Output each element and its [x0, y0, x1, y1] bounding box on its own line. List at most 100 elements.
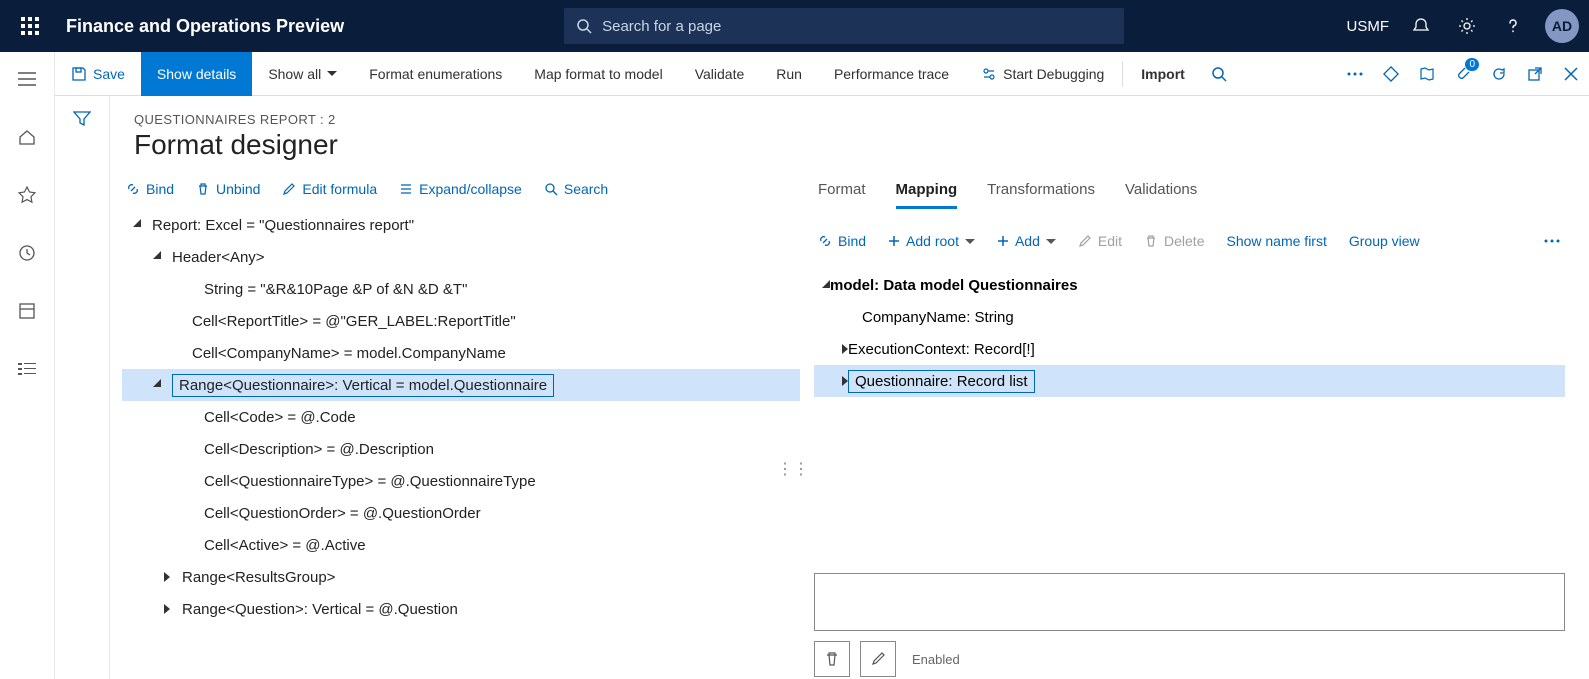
edit-formula-button[interactable]: Edit formula	[282, 181, 377, 197]
bind-button[interactable]: Bind	[126, 181, 174, 197]
run-button[interactable]: Run	[760, 52, 818, 96]
tree-row-selected[interactable]: Range<Questionnaire>: Vertical = model.Q…	[122, 369, 800, 401]
action-search-icon[interactable]	[1201, 52, 1237, 96]
more-icon[interactable]	[1337, 52, 1373, 96]
group-view-button[interactable]: Group view	[1349, 233, 1420, 249]
link-icon	[818, 234, 832, 248]
tab-validations[interactable]: Validations	[1125, 181, 1197, 209]
bind-label: Bind	[146, 181, 174, 197]
hamburger-icon[interactable]	[10, 62, 44, 96]
list-icon	[399, 182, 413, 196]
tree-search-button[interactable]: Search	[544, 181, 608, 197]
tab-format[interactable]: Format	[818, 181, 866, 209]
caret-icon[interactable]	[160, 602, 174, 616]
main-area: QUESTIONNAIRES REPORT : 2 Format designe…	[55, 96, 1589, 679]
recent-icon[interactable]	[10, 236, 44, 270]
tree-row[interactable]: CompanyName: String	[814, 301, 1565, 333]
tab-transformations[interactable]: Transformations	[987, 181, 1095, 209]
performance-trace-button[interactable]: Performance trace	[818, 52, 965, 96]
workspace-icon[interactable]	[10, 294, 44, 328]
link-icon	[126, 182, 140, 196]
chevron-down-icon	[327, 71, 337, 76]
tree-row[interactable]: String = "&R&10Page &P of &N &D &T"	[122, 273, 800, 305]
global-search[interactable]	[564, 8, 1124, 44]
tree-row[interactable]: Cell<Description> = @.Description	[122, 433, 800, 465]
app-title: Finance and Operations Preview	[66, 16, 344, 37]
tree-row[interactable]: Cell<QuestionOrder> = @.QuestionOrder	[122, 497, 800, 529]
left-toolbar: Bind Unbind Edit formula Expand/collapse	[122, 173, 800, 209]
star-icon[interactable]	[10, 178, 44, 212]
filter-icon[interactable]	[73, 110, 91, 679]
right-bind-button[interactable]: Bind	[818, 233, 866, 249]
format-enumerations-button[interactable]: Format enumerations	[353, 52, 518, 96]
refresh-icon[interactable]	[1481, 52, 1517, 96]
close-icon[interactable]	[1553, 52, 1589, 96]
user-avatar[interactable]: AD	[1545, 9, 1579, 43]
show-all-button[interactable]: Show all	[252, 52, 353, 96]
left-nav	[0, 52, 55, 679]
tree-row[interactable]: model: Data model Questionnaires	[814, 269, 1565, 301]
import-button[interactable]: Import	[1125, 52, 1201, 96]
save-label: Save	[93, 66, 125, 82]
tree-row[interactable]: ExecutionContext: Record[!]	[814, 333, 1565, 365]
details-delete-button[interactable]	[814, 641, 850, 677]
tree-label: Cell<QuestionnaireType> = @.Questionnair…	[204, 473, 536, 490]
notifications-icon[interactable]	[1407, 12, 1435, 40]
show-details-button[interactable]: Show details	[141, 52, 252, 96]
tree-row[interactable]: Range<ResultsGroup>	[122, 561, 800, 593]
validate-button[interactable]: Validate	[679, 52, 761, 96]
caret-icon[interactable]	[130, 218, 144, 232]
help-icon[interactable]	[1499, 12, 1527, 40]
start-debugging-button[interactable]: Start Debugging	[965, 52, 1120, 96]
expand-collapse-button[interactable]: Expand/collapse	[399, 181, 522, 197]
save-button[interactable]: Save	[55, 52, 141, 96]
tree-label: Cell<Active> = @.Active	[204, 537, 366, 554]
unbind-button[interactable]: Unbind	[196, 181, 260, 197]
tree-row[interactable]: Cell<Active> = @.Active	[122, 529, 800, 561]
diamond-icon[interactable]	[1373, 52, 1409, 96]
map-format-button[interactable]: Map format to model	[518, 52, 678, 96]
company-label[interactable]: USMF	[1347, 18, 1390, 35]
tree-label: Cell<ReportTitle> = @"GER_LABEL:ReportTi…	[192, 313, 516, 330]
add-label: Add	[1015, 233, 1040, 249]
gear-icon[interactable]	[1453, 12, 1481, 40]
attachments-icon[interactable]: 0	[1445, 52, 1481, 96]
caret-icon[interactable]	[150, 250, 164, 264]
tree-row[interactable]: Range<Question>: Vertical = @.Question	[122, 593, 800, 625]
tree-row[interactable]: Cell<CompanyName> = model.CompanyName	[122, 337, 800, 369]
show-name-first-button[interactable]: Show name first	[1226, 233, 1326, 249]
popout-icon[interactable]	[1517, 52, 1553, 96]
performance-trace-label: Performance trace	[834, 66, 949, 82]
search-icon	[576, 18, 592, 34]
trash-icon	[196, 182, 210, 196]
group-view-label: Group view	[1349, 233, 1420, 249]
format-enumerations-label: Format enumerations	[369, 66, 502, 82]
caret-icon[interactable]	[160, 570, 174, 584]
right-more-button[interactable]	[1543, 238, 1561, 244]
caret-icon[interactable]	[822, 277, 830, 294]
plus-icon	[997, 235, 1009, 247]
home-icon[interactable]	[10, 120, 44, 154]
validate-label: Validate	[695, 66, 745, 82]
tab-mapping[interactable]: Mapping	[896, 181, 958, 209]
app-launcher-icon[interactable]	[10, 6, 50, 46]
add-root-button[interactable]: Add root	[888, 233, 975, 249]
tree-row[interactable]: Header<Any>	[122, 241, 800, 273]
map-icon[interactable]	[1409, 52, 1445, 96]
tree-row[interactable]: Cell<Code> = @.Code	[122, 401, 800, 433]
search-input[interactable]	[602, 18, 1112, 35]
modules-icon[interactable]	[10, 352, 44, 386]
tree-row[interactable]: Cell<QuestionnaireType> = @.Questionnair…	[122, 465, 800, 497]
formula-input[interactable]	[814, 573, 1565, 631]
tree-label: Cell<QuestionOrder> = @.QuestionOrder	[204, 505, 481, 522]
format-tree: Report: Excel = "Questionnaires report" …	[122, 209, 800, 625]
tree-row[interactable]: Report: Excel = "Questionnaires report"	[122, 209, 800, 241]
tree-row[interactable]: Cell<ReportTitle> = @"GER_LABEL:ReportTi…	[122, 305, 800, 337]
edit-formula-label: Edit formula	[302, 181, 377, 197]
pencil-icon	[1078, 234, 1092, 248]
add-button[interactable]: Add	[997, 233, 1056, 249]
details-edit-button[interactable]	[860, 641, 896, 677]
caret-icon[interactable]	[150, 378, 164, 392]
debug-icon	[981, 66, 997, 82]
tree-row-selected[interactable]: Questionnaire: Record list	[814, 365, 1565, 397]
